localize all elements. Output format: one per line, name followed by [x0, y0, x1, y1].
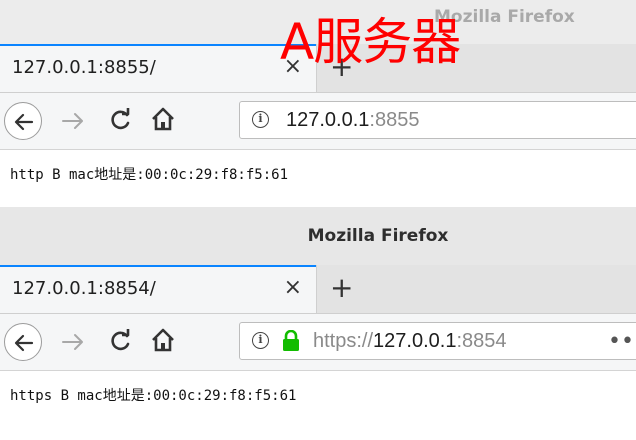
- tab-active[interactable]: 127.0.0.1:8854/ ×: [0, 265, 317, 313]
- url-host: 127.0.0.1: [373, 330, 457, 352]
- page-content: https B mac地址是:00:0c:29:f8:f5:61: [0, 371, 636, 440]
- firefox-window-b: Mozilla Firefox 127.0.0.1:8854/ × + i ht…: [0, 205, 636, 440]
- reload-button[interactable]: [108, 107, 132, 137]
- titlebar: Mozilla Firefox: [0, 207, 636, 266]
- url-bar[interactable]: i https://127.0.0.1:8854 ••: [239, 322, 636, 360]
- home-icon: [152, 107, 174, 131]
- reload-button[interactable]: [108, 328, 132, 358]
- home-icon: [152, 328, 174, 352]
- reload-icon: [111, 329, 130, 351]
- info-icon[interactable]: i: [252, 332, 269, 349]
- back-button[interactable]: [4, 102, 42, 140]
- nav-toolbar: i 127.0.0.1:8855: [0, 93, 636, 150]
- url-scheme: https://: [313, 330, 374, 352]
- forward-button[interactable]: [60, 329, 86, 359]
- page-text: http B mac地址是:00:0c:29:f8:f5:61: [10, 167, 289, 183]
- page-content: http B mac地址是:00:0c:29:f8:f5:61: [0, 150, 636, 205]
- firefox-window-a: Mozilla Firefox 127.0.0.1:8855/ × + i 12…: [0, 0, 636, 205]
- back-button[interactable]: [4, 323, 42, 361]
- home-button[interactable]: [150, 106, 176, 136]
- url-port: :8855: [369, 109, 420, 131]
- back-arrow-icon: [14, 334, 34, 352]
- url-text: 127.0.0.1:8855: [286, 109, 419, 132]
- window-title: Mozilla Firefox: [307, 226, 449, 246]
- forward-arrow-icon: [62, 334, 83, 350]
- back-arrow-icon: [14, 113, 34, 131]
- tab-close-icon[interactable]: ×: [284, 275, 302, 300]
- url-text: https://127.0.0.1:8854: [313, 330, 507, 353]
- home-button[interactable]: [150, 327, 176, 357]
- nav-toolbar: i https://127.0.0.1:8854 ••: [0, 314, 636, 371]
- tab-label: 127.0.0.1:8854/: [12, 278, 156, 299]
- tab-strip: 127.0.0.1:8854/ × +: [0, 265, 636, 314]
- page-text: https B mac地址是:00:0c:29:f8:f5:61: [10, 388, 297, 404]
- tab-label: 127.0.0.1:8855/: [12, 57, 156, 78]
- info-icon[interactable]: i: [252, 111, 269, 128]
- page-actions-icon[interactable]: ••: [608, 329, 634, 354]
- url-port: :8854: [456, 330, 507, 352]
- new-tab-button[interactable]: +: [330, 271, 353, 304]
- tab-active[interactable]: 127.0.0.1:8855/ ×: [0, 44, 317, 92]
- lock-icon[interactable]: [282, 329, 300, 356]
- reload-icon: [111, 108, 130, 130]
- url-bar[interactable]: i 127.0.0.1:8855: [239, 101, 636, 139]
- server-label: A服务器: [280, 13, 461, 71]
- forward-button[interactable]: [60, 108, 86, 138]
- forward-arrow-icon: [62, 113, 83, 129]
- url-host: 127.0.0.1: [286, 109, 370, 131]
